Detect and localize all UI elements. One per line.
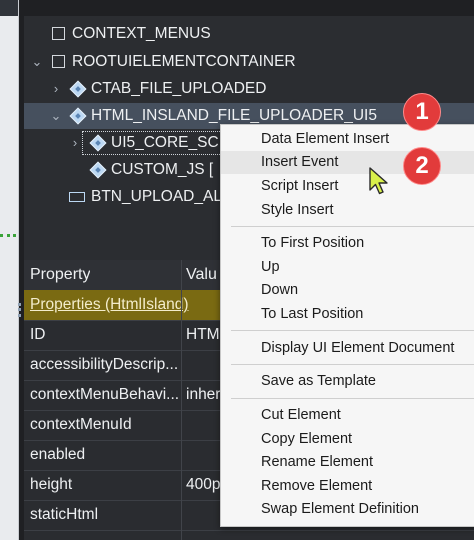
chevron-down-icon[interactable]: ⌄: [30, 49, 44, 75]
menu-item-label: Up: [261, 259, 280, 275]
menu-item-display-ui-element-document[interactable]: Display UI Element Document: [221, 337, 474, 360]
menu-item-label: To Last Position: [261, 306, 364, 322]
menu-item-label: Remove Element: [261, 478, 373, 494]
menu-item-label: Data Element Insert: [261, 131, 390, 147]
column-divider[interactable]: [181, 260, 182, 540]
menu-item-label: Save as Template: [261, 373, 376, 389]
value-column-header[interactable]: Valu: [186, 260, 217, 290]
context-menu: Data Element Insert Insert Event Script …: [220, 124, 474, 527]
menu-item-cut-element[interactable]: Cut Element: [221, 404, 474, 427]
menu-item-down[interactable]: Down: [221, 279, 474, 302]
diamond-icon: [69, 80, 87, 98]
menu-item-label: Rename Element: [261, 454, 374, 470]
chevron-right-icon[interactable]: ›: [68, 130, 82, 156]
property-column-header[interactable]: Property: [30, 260, 90, 290]
property-name: contextMenuId: [30, 416, 132, 433]
property-value[interactable]: 400p: [186, 470, 220, 500]
menu-item-copy-element[interactable]: Copy Element: [221, 428, 474, 451]
button-element-icon: [69, 192, 85, 202]
tree-item-label: ROOTUIELEMENTCONTAINER: [72, 53, 296, 70]
tree-item-label: UI5_CORE_SCI: [111, 134, 223, 151]
menu-item-label: Display UI Element Document: [261, 340, 455, 356]
diamond-icon: [89, 161, 107, 179]
diamond-icon: [69, 107, 87, 125]
resize-grip-icon[interactable]: [18, 303, 24, 317]
property-name: enabled: [30, 446, 86, 463]
mouse-pointer-icon: [369, 167, 388, 195]
menu-item-label: Style Insert: [261, 202, 334, 218]
chevron-down-icon[interactable]: ⌄: [49, 103, 63, 129]
menu-separator: [231, 330, 474, 331]
tree-item-label: BTN_UPLOAD_AL: [91, 188, 222, 205]
step-badge-1: 1: [403, 93, 441, 131]
menu-item-label: Copy Element: [261, 431, 353, 447]
left-panel-header: [0, 0, 18, 16]
menu-separator: [231, 364, 474, 365]
property-name: ID: [30, 326, 46, 343]
property-name: height: [30, 476, 73, 493]
menu-item-label: Swap Element Definition: [261, 501, 419, 517]
property-group-label[interactable]: Properties (HtmlIsland): [30, 290, 189, 320]
menu-item-swap-element-definition[interactable]: Swap Element Definition: [221, 498, 474, 521]
left-side-panel: [0, 0, 19, 540]
tree-item-label: CONTEXT_MENUS: [72, 25, 211, 42]
menu-item-to-last-position[interactable]: To Last Position: [221, 303, 474, 326]
menu-item-up[interactable]: Up: [221, 256, 474, 279]
checkbox-icon: [52, 27, 65, 40]
property-value[interactable]: HTM: [186, 320, 220, 350]
chevron-right-icon[interactable]: ›: [49, 76, 63, 102]
tree-item-context-menus[interactable]: CONTEXT_MENUS: [24, 21, 474, 47]
menu-separator: [231, 226, 474, 227]
menu-item-label: To First Position: [261, 235, 365, 251]
menu-item-rename-element[interactable]: Rename Element: [221, 451, 474, 474]
menu-item-save-as-template[interactable]: Save as Template: [221, 370, 474, 393]
tree-item-ctab-file-uploaded[interactable]: › CTAB_FILE_UPLOADED: [24, 76, 474, 102]
menu-item-label: Down: [261, 282, 299, 298]
property-value[interactable]: inher: [186, 380, 220, 410]
menu-item-label: Script Insert: [261, 178, 339, 194]
menu-item-remove-element[interactable]: Remove Element: [221, 475, 474, 498]
tree-item-label: CTAB_FILE_UPLOADED: [91, 80, 267, 97]
property-name: accessibilityDescrip...: [30, 356, 179, 373]
tree-item-rootuielementcontainer[interactable]: ⌄ ROOTUIELEMENTCONTAINER: [24, 49, 474, 75]
property-name: staticHtml: [30, 506, 99, 523]
menu-item-to-first-position[interactable]: To First Position: [221, 232, 474, 255]
menu-separator: [231, 398, 474, 399]
checkbox-icon: [52, 55, 65, 68]
drag-marker: [0, 234, 16, 241]
property-name: contextMenuBehavi...: [30, 386, 180, 403]
menu-item-data-element-insert[interactable]: Data Element Insert: [221, 128, 474, 151]
tree-item-label: CUSTOM_JS [: [111, 161, 214, 178]
step-badge-2: 2: [403, 147, 441, 185]
menu-item-style-insert[interactable]: Style Insert: [221, 199, 474, 222]
menu-item-label: Insert Event: [261, 154, 339, 170]
menu-item-label: Cut Element: [261, 407, 341, 423]
